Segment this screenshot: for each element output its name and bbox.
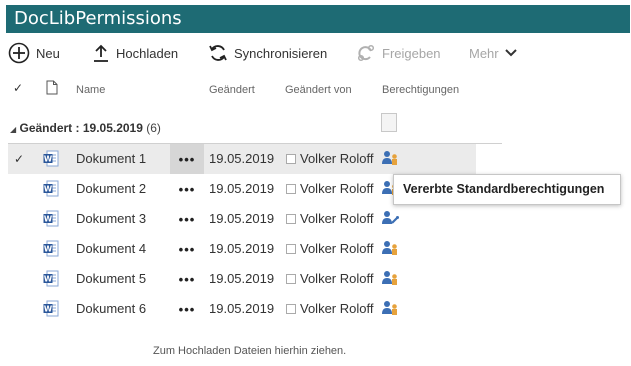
row-ellipsis-button[interactable]: •••	[170, 144, 204, 174]
row-permissions-cell[interactable]	[381, 240, 400, 262]
row-modified-date: 19.05.2019	[209, 151, 275, 166]
row-name[interactable]: Dokument 6	[76, 301, 146, 316]
presence-indicator	[286, 184, 296, 194]
select-all-checkmark[interactable]: ✓	[13, 81, 23, 95]
column-header-modified-by[interactable]: Geändert von	[285, 84, 352, 96]
row-modified-date: 19.05.2019	[209, 181, 275, 196]
word-document-icon: W	[43, 150, 59, 167]
new-button-label: Neu	[36, 45, 60, 61]
row-permissions-cell[interactable]	[381, 300, 400, 322]
svg-text:W: W	[44, 245, 53, 254]
plus-circle-icon	[8, 42, 30, 64]
presence-indicator	[286, 274, 296, 284]
row-ellipsis-button[interactable]: •••	[170, 264, 204, 294]
svg-text:W: W	[44, 215, 53, 224]
row-checkmark[interactable]: ✓	[14, 152, 24, 166]
document-icon	[46, 80, 58, 95]
word-document-icon: W	[43, 300, 59, 317]
svg-text:W: W	[44, 155, 53, 164]
group-label: Geändert : 19.05.2019	[19, 121, 143, 135]
inherited-permissions-icon	[382, 151, 397, 165]
row-ellipsis-button[interactable]: •••	[170, 174, 204, 204]
row-modified-date: 19.05.2019	[209, 271, 275, 286]
permissions-tooltip: Vererbte Standardberechtigungen	[393, 174, 621, 205]
column-header-permissions[interactable]: Berechtigungen	[382, 84, 459, 96]
row-modified-by[interactable]: Volker Roloff	[300, 241, 373, 256]
word-document-icon: W	[43, 270, 59, 287]
sync-icon	[209, 45, 227, 61]
row-ellipsis-button[interactable]: •••	[170, 294, 204, 324]
table-row[interactable]: W Dokument 5 ••• 19.05.2019 Volker Roloff	[8, 264, 476, 294]
unique-permissions-icon	[382, 211, 399, 224]
row-modified-by[interactable]: Volker Roloff	[300, 211, 373, 226]
svg-text:W: W	[44, 185, 53, 194]
word-document-icon: W	[43, 180, 59, 197]
upload-button[interactable]: Hochladen	[92, 40, 178, 66]
row-file-icon[interactable]: W	[43, 300, 59, 322]
row-permissions-cell[interactable]	[381, 210, 400, 232]
file-type-header-icon[interactable]	[46, 80, 58, 98]
inherited-permissions-icon	[382, 301, 397, 315]
title-bar: DocLibPermissions	[6, 5, 630, 33]
inherited-permissions-icon	[382, 271, 397, 285]
group-header[interactable]: ◢ Geändert : 19.05.2019 (6)	[10, 121, 161, 135]
table-row[interactable]: ✓ W Dokument 1 ••• 19.05.2019 Volker Roloff	[8, 144, 476, 174]
row-name[interactable]: Dokument 5	[76, 271, 146, 286]
presence-indicator	[286, 214, 296, 224]
presence-indicator	[286, 244, 296, 254]
upload-button-label: Hochladen	[116, 45, 179, 61]
inherited-permissions-icon	[382, 241, 397, 255]
new-button[interactable]: Neu	[8, 40, 60, 66]
share-button-label: Freigeben	[382, 45, 441, 61]
page-title: DocLibPermissions	[14, 8, 182, 29]
column-header-name[interactable]: Name	[76, 84, 105, 96]
svg-text:W: W	[44, 275, 53, 284]
table-row[interactable]: W Dokument 6 ••• 19.05.2019 Volker Roloff	[8, 294, 476, 324]
row-file-icon[interactable]: W	[43, 180, 59, 202]
more-button[interactable]: Mehr	[469, 40, 518, 66]
table-row[interactable]: W Dokument 4 ••• 19.05.2019 Volker Roloff	[8, 234, 476, 264]
permissions-filter-box[interactable]	[381, 113, 397, 132]
tooltip-text: Vererbte Standardberechtigungen	[403, 182, 605, 196]
row-modified-date: 19.05.2019	[209, 211, 275, 226]
row-file-icon[interactable]: W	[43, 210, 59, 232]
more-button-label: Mehr	[469, 45, 499, 61]
row-modified-by[interactable]: Volker Roloff	[300, 271, 373, 286]
row-file-icon[interactable]: W	[43, 240, 59, 262]
column-header-modified[interactable]: Geändert	[209, 84, 255, 96]
presence-indicator	[286, 304, 296, 314]
sync-button[interactable]: Synchronisieren	[208, 40, 327, 66]
group-expand-icon: ◢	[10, 125, 17, 134]
word-document-icon: W	[43, 210, 59, 227]
command-bar: Neu Hochladen Synchronisieren Freigeben …	[8, 40, 628, 66]
svg-text:W: W	[44, 305, 53, 314]
sync-button-label: Synchronisieren	[234, 45, 328, 61]
row-modified-by[interactable]: Volker Roloff	[300, 181, 373, 196]
row-name[interactable]: Dokument 2	[76, 181, 146, 196]
share-button[interactable]: Freigeben	[356, 40, 441, 66]
table-row[interactable]: W Dokument 3 ••• 19.05.2019 Volker Roloff	[8, 204, 476, 234]
row-permissions-cell[interactable]	[381, 270, 400, 292]
row-permissions-cell[interactable]	[381, 150, 400, 172]
share-icon	[357, 44, 375, 62]
drop-zone-hint: Zum Hochladen Dateien hierhin ziehen.	[153, 345, 347, 357]
row-file-icon[interactable]: W	[43, 150, 59, 172]
row-name[interactable]: Dokument 1	[76, 151, 146, 166]
row-name[interactable]: Dokument 3	[76, 211, 146, 226]
word-document-icon: W	[43, 240, 59, 257]
presence-indicator	[286, 154, 296, 164]
row-file-icon[interactable]: W	[43, 270, 59, 292]
group-count: (6)	[146, 121, 161, 135]
row-modified-date: 19.05.2019	[209, 241, 275, 256]
chevron-down-icon	[504, 49, 517, 57]
upload-icon	[94, 44, 108, 62]
row-modified-by[interactable]: Volker Roloff	[300, 151, 373, 166]
row-modified-by[interactable]: Volker Roloff	[300, 301, 373, 316]
row-modified-date: 19.05.2019	[209, 301, 275, 316]
row-name[interactable]: Dokument 4	[76, 241, 146, 256]
row-ellipsis-button[interactable]: •••	[170, 204, 204, 234]
row-ellipsis-button[interactable]: •••	[170, 234, 204, 264]
